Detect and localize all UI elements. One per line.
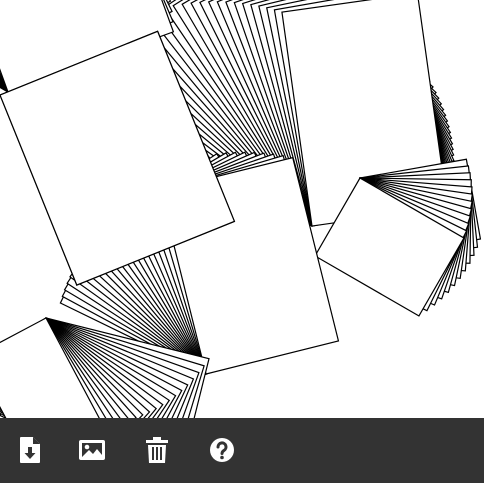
help-circle-icon xyxy=(210,438,234,462)
file-download-icon xyxy=(20,437,40,463)
spiral-rectangles-drawing xyxy=(0,0,482,418)
trash-icon xyxy=(146,437,168,463)
bottom-toolbar xyxy=(0,418,484,483)
clear-canvas-button[interactable] xyxy=(141,434,173,466)
help-button[interactable] xyxy=(206,434,238,466)
drawing-canvas[interactable] xyxy=(0,0,484,418)
export-image-button[interactable] xyxy=(76,434,108,466)
image-icon xyxy=(79,440,105,460)
save-file-button[interactable] xyxy=(14,434,46,466)
